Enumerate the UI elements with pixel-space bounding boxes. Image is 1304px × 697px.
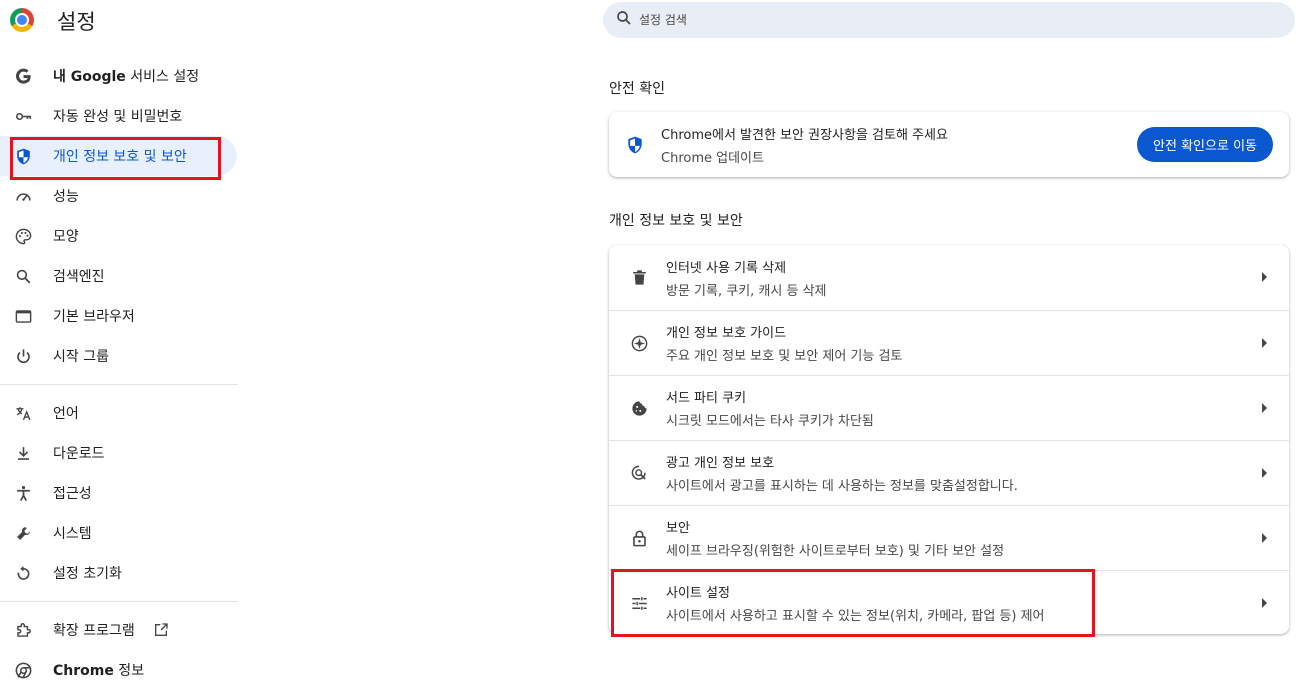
sidebar-item-appearance[interactable]: 모양 [0,216,237,256]
ad-privacy-icon [629,463,649,483]
arrow-right-icon [1262,272,1267,282]
safety-check-subtitle: Chrome 업데이트 [661,150,764,166]
lock-icon [629,528,649,548]
speedometer-icon [13,186,33,206]
sidebar-item-label: 자동 완성 및 비밀번호 [53,109,183,125]
row-title: 서드 파티 쿠키 [666,391,747,406]
sidebar-item-google-services[interactable]: 내 Google 서비스 설정 [0,56,237,96]
chrome-logo [10,8,34,32]
sidebar-item-downloads[interactable]: 다운로드 [0,433,237,473]
sidebar-item-label: 접근성 [53,486,92,502]
sidebar-divider [0,384,238,385]
row-subtitle: 시크릿 모드에서는 타사 쿠키가 차단됨 [666,414,874,429]
external-link-icon [153,622,169,638]
trash-icon [629,268,649,288]
sidebar: 내 Google 서비스 설정 자동 완성 및 비밀번호 개인 정보 보호 및 … [0,56,240,690]
sliders-icon [629,593,649,613]
safety-check-card: Chrome에서 발견한 보안 권장사항을 검토해 주세요 Chrome 업데이… [609,112,1289,177]
security-row[interactable]: 보안 세이프 브라우징(위험한 사이트로부터 보호) 및 기타 보안 설정 [609,505,1289,570]
sidebar-item-extensions[interactable]: 확장 프로그램 [0,610,237,650]
sidebar-item-label: 성능 [53,189,79,205]
row-title: 광고 개인 정보 보호 [666,456,775,471]
row-title: 보안 [666,521,690,536]
chrome-icon [13,660,33,680]
third-party-cookies-row[interactable]: 서드 파티 쿠키 시크릿 모드에서는 타사 쿠키가 차단됨 [609,375,1289,440]
sidebar-item-privacy-security[interactable]: 개인 정보 보호 및 보안 [0,136,237,176]
search-icon [13,266,33,286]
row-subtitle: 세이프 브라우징(위험한 사이트로부터 보호) 및 기타 보안 설정 [666,544,1005,559]
browser-window-icon [13,306,33,326]
sidebar-item-label: 내 Google 서비스 설정 [53,69,200,85]
search-bar[interactable] [603,2,1295,38]
sidebar-item-label: 시작 그룹 [53,349,109,365]
sidebar-item-search-engine[interactable]: 검색엔진 [0,256,237,296]
safety-check-title: Chrome에서 발견한 보안 권장사항을 검토해 주세요 [661,127,948,143]
row-subtitle: 사이트에서 사용하고 표시할 수 있는 정보(위치, 카메라, 팝업 등) 제어 [666,609,1045,624]
key-icon [13,106,33,126]
sidebar-item-label: 시스템 [53,526,92,542]
row-title: 인터넷 사용 기록 삭제 [666,260,787,276]
sidebar-item-on-startup[interactable]: 시작 그룹 [0,336,237,376]
sidebar-divider [0,601,238,602]
arrow-right-icon [1262,533,1267,543]
arrow-right-icon [1262,468,1267,478]
sidebar-item-label: 개인 정보 보호 및 보안 [53,149,187,165]
download-icon [13,443,33,463]
arrow-right-icon [1262,403,1267,413]
power-icon [13,346,33,366]
sidebar-item-label: 기본 브라우저 [53,309,135,325]
row-subtitle: 사이트에서 광고를 표시하는 데 사용하는 정보를 맞춤설정합니다. [666,479,1018,494]
sidebar-item-label: 언어 [53,406,79,422]
safety-check-heading: 안전 확인 [609,81,665,97]
sidebar-item-default-browser[interactable]: 기본 브라우저 [0,296,237,336]
sidebar-item-label: 다운로드 [53,446,105,462]
wrench-icon [13,523,33,543]
shield-icon [13,146,33,166]
accessibility-icon [13,483,33,503]
ad-privacy-row[interactable]: 광고 개인 정보 보호 사이트에서 광고를 표시하는 데 사용하는 정보를 맞춤… [609,440,1289,505]
sidebar-item-languages[interactable]: 언어 [0,393,237,433]
privacy-guide-row[interactable]: 개인 정보 보호 가이드 주요 개인 정보 보호 및 보안 제어 기능 검토 [609,310,1289,375]
page-title: 설정 [57,10,96,34]
translate-icon [13,403,33,423]
palette-icon [13,226,33,246]
clear-browsing-data-row[interactable]: 인터넷 사용 기록 삭제 방문 기록, 쿠키, 캐시 등 삭제 [609,245,1289,310]
shield-icon [625,135,645,155]
google-icon [13,66,33,86]
row-subtitle: 주요 개인 정보 보호 및 보안 제어 기능 검토 [666,349,903,364]
sidebar-item-label: 모양 [53,229,79,245]
sidebar-item-system[interactable]: 시스템 [0,513,237,553]
sidebar-item-label: 검색엔진 [53,269,105,285]
puzzle-icon [13,620,33,640]
sidebar-item-accessibility[interactable]: 접근성 [0,473,237,513]
search-icon [615,9,633,31]
sidebar-item-label: 확장 프로그램 [53,623,135,639]
cookie-icon [629,398,649,418]
row-title: 사이트 설정 [666,586,730,601]
sidebar-item-label: 설정 초기화 [53,566,122,582]
site-settings-row[interactable]: 사이트 설정 사이트에서 사용하고 표시할 수 있는 정보(위치, 카메라, 팝… [609,570,1289,635]
sidebar-item-label: Chrome 정보 [53,663,145,679]
compass-icon [629,333,649,353]
row-subtitle: 방문 기록, 쿠키, 캐시 등 삭제 [666,283,827,299]
sidebar-item-autofill[interactable]: 자동 완성 및 비밀번호 [0,96,237,136]
arrow-right-icon [1262,338,1267,348]
sidebar-item-about-chrome[interactable]: Chrome 정보 [0,650,237,690]
row-title: 개인 정보 보호 가이드 [666,326,787,341]
privacy-card: 인터넷 사용 기록 삭제 방문 기록, 쿠키, 캐시 등 삭제 개인 정보 보호… [609,245,1289,634]
arrow-right-icon [1262,598,1267,608]
privacy-heading: 개인 정보 보호 및 보안 [609,213,743,229]
reset-icon [13,563,33,583]
search-input[interactable] [639,13,1239,27]
sidebar-item-reset-settings[interactable]: 설정 초기화 [0,553,237,593]
sidebar-item-performance[interactable]: 성능 [0,176,237,216]
go-to-safety-check-button[interactable]: 안전 확인으로 이동 [1137,127,1273,162]
